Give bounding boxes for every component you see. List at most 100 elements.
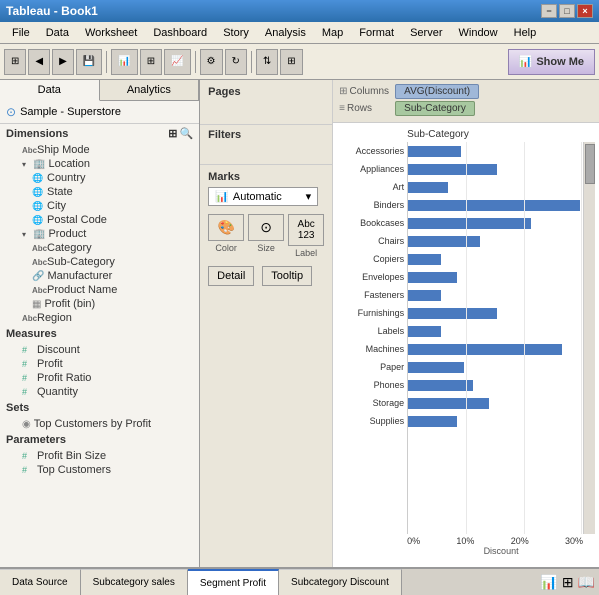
measure-profit[interactable]: # Profit [0, 357, 199, 371]
y-label-supplies: Supplies [337, 412, 404, 430]
toolbar-back[interactable]: ◀ [28, 49, 50, 75]
toolbar-chart2[interactable]: 📈 [164, 49, 190, 75]
param-top-customers[interactable]: # Top Customers [0, 463, 199, 477]
maximize-button[interactable]: □ [559, 4, 575, 18]
bar-chairs [408, 232, 583, 250]
toolbar-table[interactable]: ⊞ [140, 49, 162, 75]
cylinder-icon: ⊙ [6, 105, 16, 119]
dim-manufacturer[interactable]: 🔗 Manufacturer [0, 269, 199, 283]
menu-format[interactable]: Format [351, 25, 402, 41]
menu-map[interactable]: Map [314, 25, 351, 41]
tab-data[interactable]: Data [0, 80, 100, 101]
tab-analytics[interactable]: Analytics [100, 80, 200, 100]
sep2 [195, 51, 196, 73]
detail-button[interactable]: Detail [208, 266, 254, 286]
menu-file[interactable]: File [4, 25, 38, 41]
menu-window[interactable]: Window [451, 25, 506, 41]
search-icon[interactable]: 🔍 [179, 127, 193, 140]
y-label-fasteners: Fasteners [337, 286, 404, 304]
toolbar-filter[interactable]: ⚙ [200, 49, 223, 75]
sep1 [106, 51, 107, 73]
expand-arrow: ▾ [22, 160, 30, 169]
new-story-icon[interactable]: 📖 [578, 574, 595, 591]
bar-art [408, 178, 583, 196]
tab-segment-profit[interactable]: Segment Profit [188, 569, 279, 595]
dropdown-arrow: ▾ [306, 190, 312, 203]
label-mark[interactable]: Abc123 Label [288, 214, 324, 258]
tab-subcategory-discount[interactable]: Subcategory Discount [279, 569, 402, 595]
product-icon: 🏢 [33, 229, 45, 240]
new-dashboard-icon[interactable]: ⊞ [562, 574, 574, 591]
globe-icon4: 🌐 [32, 215, 44, 226]
chart-scrollbar[interactable] [583, 142, 595, 534]
y-label-storage: Storage [337, 394, 404, 412]
menu-analysis[interactable]: Analysis [257, 25, 314, 41]
menu-dashboard[interactable]: Dashboard [145, 25, 215, 41]
bar-machines [408, 340, 583, 358]
chart-header: Sub-Category [337, 127, 595, 142]
toolbar-sort[interactable]: ⇅ [256, 49, 278, 75]
show-me-label: Show Me [536, 56, 584, 68]
tab-subcategory-sales[interactable]: Subcategory sales [81, 569, 188, 595]
main-layout: Data Analytics ⊙ Sample - Superstore Dim… [0, 80, 599, 567]
dim-product[interactable]: ▾ 🏢 Product [0, 227, 199, 241]
y-label-phones: Phones [337, 376, 404, 394]
toolbar-chart[interactable]: 📊 [111, 49, 137, 75]
pages-label: Pages [208, 86, 324, 98]
sets-header: Sets [0, 399, 199, 417]
window-controls: − □ × [541, 4, 593, 18]
globe-icon3: 🌐 [32, 201, 44, 212]
columns-pill[interactable]: AVG(Discount) [395, 84, 479, 99]
columns-label: ⊞ Columns [339, 86, 391, 97]
dim-productname[interactable]: Abc Product Name [0, 283, 199, 297]
menu-server[interactable]: Server [402, 25, 450, 41]
set-top-customers[interactable]: ◉ Top Customers by Profit [0, 417, 199, 431]
x-label-20: 20% [511, 536, 529, 546]
tab-data-source[interactable]: Data Source [0, 569, 81, 595]
dim-category[interactable]: Abc Category [0, 241, 199, 255]
rows-shelf: ≡ Rows Sub-Category [339, 101, 593, 116]
left-panel: Data Analytics ⊙ Sample - Superstore Dim… [0, 80, 200, 567]
toolbar-forward[interactable]: ▶ [52, 49, 74, 75]
dimensions-header-icons: ⊞ 🔍 [168, 127, 193, 140]
shelf-area: ⊞ Columns AVG(Discount) ≡ Rows Sub-Categ… [333, 80, 599, 123]
new-sheet-icon[interactable]: 📊 [540, 574, 557, 591]
y-label-labels: Labels [337, 322, 404, 340]
param-bin-size[interactable]: # Profit Bin Size [0, 449, 199, 463]
hash-icon2: # [22, 359, 34, 369]
dim-profitbin[interactable]: ▦ Profit (bin) [0, 297, 199, 311]
show-me-button[interactable]: 📊 Show Me [508, 49, 595, 75]
toolbar-home[interactable]: ⊞ [4, 49, 26, 75]
measure-quantity[interactable]: # Quantity [0, 385, 199, 399]
rows-pill[interactable]: Sub-Category [395, 101, 475, 116]
toolbar-refresh[interactable]: ↻ [225, 49, 247, 75]
toolbar-save[interactable]: 💾 [76, 49, 102, 75]
dim-country[interactable]: 🌐 Country [0, 171, 199, 185]
menu-help[interactable]: Help [506, 25, 545, 41]
measure-profit-ratio[interactable]: # Profit Ratio [0, 371, 199, 385]
grid-icon[interactable]: ⊞ [168, 127, 177, 140]
close-button[interactable]: × [577, 4, 593, 18]
datasource-row[interactable]: ⊙ Sample - Superstore [0, 101, 199, 124]
menu-data[interactable]: Data [38, 25, 77, 41]
menu-story[interactable]: Story [215, 25, 257, 41]
x-axis: 0% 10% 20% 30% [337, 534, 595, 546]
minimize-button[interactable]: − [541, 4, 557, 18]
toolbar-group[interactable]: ⊞ [280, 49, 302, 75]
dim-subcategory[interactable]: Abc Sub-Category [0, 255, 199, 269]
menu-worksheet[interactable]: Worksheet [77, 25, 145, 41]
toolbar: ⊞ ◀ ▶ 💾 📊 ⊞ 📈 ⚙ ↻ ⇅ ⊞ 📊 Show Me [0, 44, 599, 80]
measure-discount[interactable]: # Discount [0, 343, 199, 357]
dim-state[interactable]: 🌐 State [0, 185, 199, 199]
color-mark[interactable]: 🎨 Color [208, 214, 244, 258]
tooltip-button[interactable]: Tooltip [262, 266, 312, 286]
dim-location[interactable]: ▾ 🏢 Location [0, 157, 199, 171]
gridline-1 [466, 142, 467, 534]
size-mark[interactable]: ⊙ Size [248, 214, 284, 258]
dim-region[interactable]: Abc Region [0, 311, 199, 325]
scroll-thumb[interactable] [585, 144, 595, 184]
dim-city[interactable]: 🌐 City [0, 199, 199, 213]
marks-type-dropdown[interactable]: 📊 Automatic ▾ [208, 187, 318, 206]
dim-postal[interactable]: 🌐 Postal Code [0, 213, 199, 227]
dim-ship-mode[interactable]: Abc Ship Mode [0, 143, 199, 157]
